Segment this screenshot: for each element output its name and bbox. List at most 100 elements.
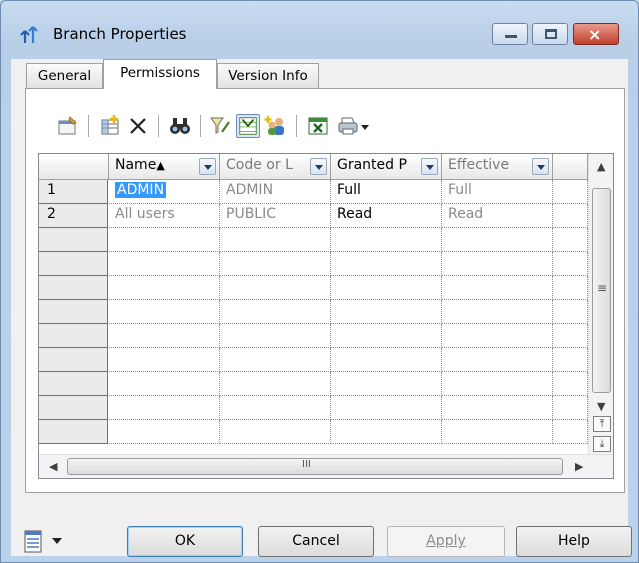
- dropdown-arrow-icon[interactable]: [358, 114, 372, 138]
- empty-cell[interactable]: [442, 372, 553, 396]
- empty-cell[interactable]: [442, 324, 553, 348]
- scroll-down-icon[interactable]: ▼: [597, 400, 605, 413]
- empty-cell[interactable]: [331, 324, 442, 348]
- column-header-name[interactable]: Name▲: [109, 154, 220, 180]
- properties-icon[interactable]: [56, 114, 80, 138]
- column-header-granted[interactable]: Granted P: [331, 154, 442, 180]
- empty-cell[interactable]: [109, 420, 220, 444]
- empty-cell[interactable]: [331, 372, 442, 396]
- empty-cell[interactable]: [553, 300, 588, 324]
- row-header[interactable]: [39, 252, 108, 276]
- column-header-code[interactable]: Code or L: [220, 154, 331, 180]
- scroll-top-icon[interactable]: ⤒: [593, 416, 611, 432]
- empty-cell[interactable]: [220, 252, 331, 276]
- column-filter-dropdown[interactable]: [199, 158, 216, 175]
- empty-cell[interactable]: [553, 276, 588, 300]
- empty-cell[interactable]: [220, 324, 331, 348]
- grid-tools-button[interactable]: [23, 529, 65, 555]
- tab-permissions[interactable]: Permissions: [103, 59, 217, 89]
- empty-cell[interactable]: [442, 276, 553, 300]
- row-header[interactable]: [39, 372, 108, 396]
- empty-cell[interactable]: [553, 372, 588, 396]
- row-header[interactable]: [39, 348, 108, 372]
- empty-cell[interactable]: [109, 348, 220, 372]
- empty-cell[interactable]: [109, 228, 220, 252]
- empty-cell[interactable]: [553, 180, 588, 204]
- empty-cell[interactable]: [331, 348, 442, 372]
- ok-button[interactable]: OK: [127, 526, 243, 557]
- empty-cell[interactable]: [220, 396, 331, 420]
- filter-icon[interactable]: [208, 114, 232, 138]
- empty-cell[interactable]: [220, 300, 331, 324]
- empty-cell[interactable]: [553, 396, 588, 420]
- empty-cell[interactable]: [220, 228, 331, 252]
- empty-cell[interactable]: [442, 348, 553, 372]
- tab-version-info[interactable]: Version Info: [217, 63, 319, 88]
- horizontal-scrollbar[interactable]: ◀ III ▶: [39, 454, 613, 478]
- excel-export-icon[interactable]: [306, 114, 330, 138]
- table-cell-effective[interactable]: Read: [442, 204, 553, 228]
- empty-cell[interactable]: [442, 396, 553, 420]
- print-icon[interactable]: [336, 114, 360, 138]
- empty-cell[interactable]: [331, 228, 442, 252]
- delete-icon[interactable]: [126, 114, 150, 138]
- permissions-grid[interactable]: Name▲ Code or L Granted P Effective 1 AD…: [38, 153, 614, 479]
- help-button[interactable]: Help: [516, 526, 632, 557]
- empty-cell[interactable]: [442, 252, 553, 276]
- empty-cell[interactable]: [442, 300, 553, 324]
- table-cell-name[interactable]: ADMIN: [109, 180, 220, 204]
- empty-cell[interactable]: [109, 372, 220, 396]
- horizontal-scroll-thumb[interactable]: III: [67, 458, 563, 475]
- empty-cell[interactable]: [220, 348, 331, 372]
- vertical-scroll-thumb[interactable]: ≡: [592, 188, 611, 393]
- add-users-icon[interactable]: [264, 114, 288, 138]
- row-header[interactable]: [39, 228, 108, 252]
- row-header[interactable]: [39, 396, 108, 420]
- empty-cell[interactable]: [331, 252, 442, 276]
- empty-cell[interactable]: [109, 276, 220, 300]
- table-cell-granted[interactable]: Read: [331, 204, 442, 228]
- empty-cell[interactable]: [331, 420, 442, 444]
- scroll-left-icon[interactable]: ◀: [49, 460, 57, 473]
- table-cell-granted[interactable]: Full: [331, 180, 442, 204]
- column-header-effective[interactable]: Effective: [442, 154, 553, 180]
- empty-cell[interactable]: [331, 276, 442, 300]
- empty-cell[interactable]: [553, 252, 588, 276]
- empty-cell[interactable]: [553, 420, 588, 444]
- tab-general[interactable]: General: [26, 63, 103, 88]
- empty-cell[interactable]: [220, 372, 331, 396]
- table-cell-name[interactable]: All users: [109, 204, 220, 228]
- minimize-button[interactable]: [492, 23, 528, 45]
- cancel-button[interactable]: Cancel: [258, 526, 374, 557]
- scroll-right-icon[interactable]: ▶: [575, 460, 583, 473]
- empty-cell[interactable]: [220, 420, 331, 444]
- empty-cell[interactable]: [442, 420, 553, 444]
- empty-cell[interactable]: [109, 396, 220, 420]
- table-cell-code[interactable]: ADMIN: [220, 180, 331, 204]
- column-filter-dropdown[interactable]: [421, 158, 438, 175]
- scroll-up-icon[interactable]: ▲: [597, 160, 605, 173]
- find-icon[interactable]: [168, 114, 192, 138]
- table-cell-code[interactable]: PUBLIC: [220, 204, 331, 228]
- empty-cell[interactable]: [553, 348, 588, 372]
- empty-cell[interactable]: [109, 324, 220, 348]
- column-filter-icon[interactable]: [236, 114, 260, 138]
- empty-cell[interactable]: [109, 300, 220, 324]
- vertical-scrollbar[interactable]: ▲ ≡ ▼ ⤒ ⤓: [588, 154, 613, 454]
- empty-cell[interactable]: [553, 324, 588, 348]
- empty-cell[interactable]: [553, 204, 588, 228]
- empty-cell[interactable]: [331, 300, 442, 324]
- row-header[interactable]: [39, 420, 108, 444]
- title-bar[interactable]: Branch Properties ×: [1, 1, 638, 51]
- row-header[interactable]: [39, 276, 108, 300]
- table-cell-effective[interactable]: Full: [442, 180, 553, 204]
- add-rows-icon[interactable]: [98, 114, 122, 138]
- empty-cell[interactable]: [553, 228, 588, 252]
- column-filter-dropdown[interactable]: [532, 158, 549, 175]
- empty-cell[interactable]: [220, 276, 331, 300]
- empty-cell[interactable]: [331, 396, 442, 420]
- row-header[interactable]: [39, 324, 108, 348]
- empty-cell[interactable]: [109, 252, 220, 276]
- scroll-bottom-icon[interactable]: ⤓: [593, 436, 611, 452]
- close-button[interactable]: ×: [573, 23, 619, 45]
